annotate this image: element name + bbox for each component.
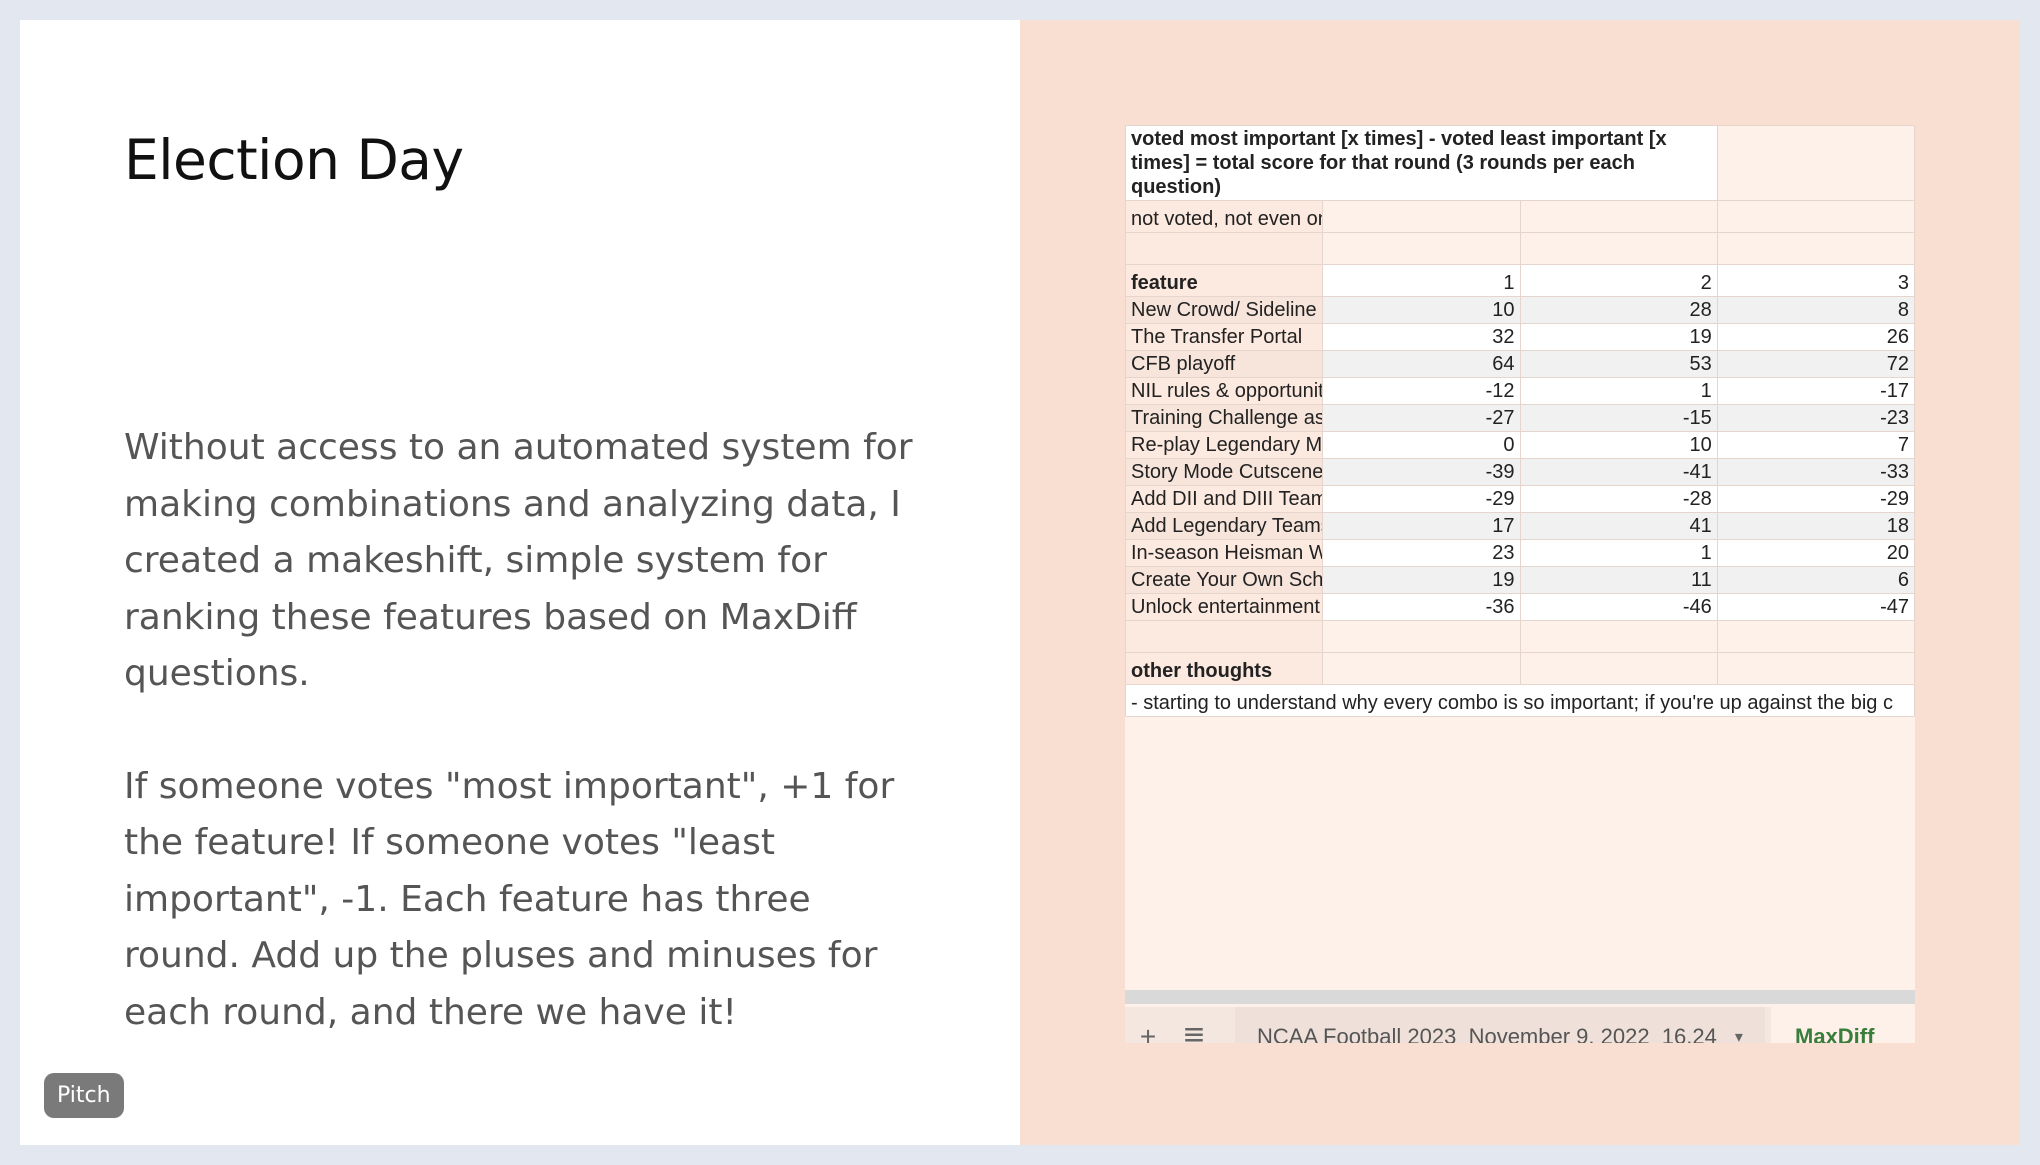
score-cell-round-1: 19 — [1322, 566, 1521, 594]
score-cell-round-1: 10 — [1322, 296, 1521, 324]
score-table: voted most important [x times] - voted l… — [1125, 125, 1915, 717]
feature-cell: NIL rules & opportunities — [1125, 377, 1324, 405]
feature-cell: Training Challenge as the game loads [li… — [1125, 404, 1324, 432]
table-row: Story Mode Cutscenes with Player Dialogu… — [1125, 458, 1915, 486]
header-note: voted most important [x times] - voted l… — [1125, 125, 1718, 201]
feature-cell: Unlock entertainment characters [Rudy, C… — [1125, 593, 1324, 621]
feature-cell: New Crowd/ Sideline Traditions — [1125, 296, 1324, 324]
table-row: Create Your Own School [like FIFA Ultima… — [1125, 566, 1915, 594]
score-cell-round-2: 53 — [1519, 350, 1718, 378]
table-row: Unlock entertainment characters [Rudy, C… — [1125, 593, 1915, 621]
tab-ncaa-football-label: NCAA Football 2023_November 9, 2022_16.2… — [1257, 1024, 1717, 1043]
score-cell-round-1: -12 — [1322, 377, 1521, 405]
score-cell-round-2: 11 — [1519, 566, 1718, 594]
score-cell-round-1: 23 — [1322, 539, 1521, 567]
score-cell-round-3: -29 — [1716, 485, 1915, 513]
score-cell-round-1: -36 — [1322, 593, 1521, 621]
horizontal-scrollbar[interactable] — [1125, 990, 1915, 1004]
score-cell-round-2: 1 — [1519, 539, 1718, 567]
spreadsheet-screenshot: voted most important [x times] - voted l… — [1125, 125, 1915, 1043]
tab-maxdiff[interactable]: MaxDiff — [1771, 1007, 1915, 1043]
col-header-feature: feature — [1125, 264, 1324, 297]
score-cell-round-2: 10 — [1519, 431, 1718, 459]
feature-cell: Create Your Own School [like FIFA Ultima… — [1125, 566, 1324, 594]
score-cell-round-1: 0 — [1322, 431, 1521, 459]
col-header-3: 3 — [1716, 264, 1915, 297]
score-cell-round-3: -23 — [1716, 404, 1915, 432]
tab-ncaa-football[interactable]: NCAA Football 2023_November 9, 2022_16.2… — [1235, 1007, 1765, 1043]
score-cell-round-2: -46 — [1519, 593, 1718, 621]
score-cell-round-2: 19 — [1519, 323, 1718, 351]
chevron-down-icon[interactable]: ▾ — [1735, 1027, 1743, 1043]
score-cell-round-1: 32 — [1322, 323, 1521, 351]
other-thoughts-label: other thoughts — [1125, 652, 1324, 685]
score-cell-round-1: 64 — [1322, 350, 1521, 378]
pitch-badge[interactable]: Pitch — [44, 1073, 124, 1118]
table-row: Re-play Legendary Moments [like NBA 2K]0… — [1125, 431, 1915, 459]
slide-left-panel: Election Day Without access to an automa… — [20, 20, 1020, 1145]
feature-cell: Add Legendary Teams [ie 2020 LSU Tigers] — [1125, 512, 1324, 540]
score-cell-round-1: -39 — [1322, 458, 1521, 486]
table-row: In-season Heisman Watch [rankings, highl… — [1125, 539, 1915, 567]
score-cell-round-3: -33 — [1716, 458, 1915, 486]
score-cell-round-3: 20 — [1716, 539, 1915, 567]
score-cell-round-2: -41 — [1519, 458, 1718, 486]
score-cell-round-1: 17 — [1322, 512, 1521, 540]
score-cell-round-2: -28 — [1519, 485, 1718, 513]
score-cell-round-3: 8 — [1716, 296, 1915, 324]
table-row: Training Challenge as the game loads [li… — [1125, 404, 1915, 432]
add-sheet-icon[interactable]: + — [1125, 1021, 1171, 1043]
feature-cell: Add DII and DIII Teams — [1125, 485, 1324, 513]
table-row: Add Legendary Teams [ie 2020 LSU Tigers]… — [1125, 512, 1915, 540]
score-cell-round-3: -47 — [1716, 593, 1915, 621]
thought-row: - starting to understand why every combo… — [1125, 684, 1915, 717]
feature-cell: The Transfer Portal — [1125, 323, 1324, 351]
score-cell-round-3: 6 — [1716, 566, 1915, 594]
slide-right-panel: voted most important [x times] - voted l… — [1020, 20, 2020, 1145]
col-header-2: 2 — [1519, 264, 1718, 297]
slide-body: Without access to an automated system fo… — [124, 420, 924, 1097]
score-cell-round-2: 28 — [1519, 296, 1718, 324]
score-cell-round-2: -15 — [1519, 404, 1718, 432]
sheet-tab-bar: + ≣ NCAA Football 2023_November 9, 2022_… — [1125, 1007, 1915, 1043]
score-cell-round-2: 41 — [1519, 512, 1718, 540]
score-cell-round-3: 7 — [1716, 431, 1915, 459]
feature-cell: In-season Heisman Watch [rankings, highl… — [1125, 539, 1324, 567]
score-cell-round-3: 18 — [1716, 512, 1915, 540]
score-cell-round-3: 26 — [1716, 323, 1915, 351]
table-row: The Transfer Portal 32 19 26 — [1125, 323, 1915, 351]
score-cell-round-3: -17 — [1716, 377, 1915, 405]
table-row: NIL rules & opportunities-121-17 — [1125, 377, 1915, 405]
table-row: New Crowd/ Sideline Traditions10288 — [1125, 296, 1915, 324]
feature-cell: CFB playoff — [1125, 350, 1324, 378]
score-cell-round-2: 1 — [1519, 377, 1718, 405]
all-sheets-menu-icon[interactable]: ≣ — [1171, 1021, 1217, 1044]
score-cell-round-3: 72 — [1716, 350, 1915, 378]
not-voted-note: not voted, not even once? 0 — [1125, 200, 1324, 233]
slide-title: Election Day — [124, 128, 464, 192]
paragraph-1: Without access to an automated system fo… — [124, 427, 913, 694]
feature-cell: Story Mode Cutscenes with Player Dialogu… — [1125, 458, 1324, 486]
col-header-1: 1 — [1322, 264, 1521, 297]
slide: Election Day Without access to an automa… — [20, 20, 2020, 1145]
score-cell-round-1: -29 — [1322, 485, 1521, 513]
table-row: Add DII and DIII Teams -29 -28 -29 — [1125, 485, 1915, 513]
table-row: CFB playoff 64 53 72 — [1125, 350, 1915, 378]
score-cell-round-1: -27 — [1322, 404, 1521, 432]
feature-cell: Re-play Legendary Moments [like NBA 2K] — [1125, 431, 1324, 459]
paragraph-2: If someone votes "most important", +1 fo… — [124, 765, 895, 1033]
